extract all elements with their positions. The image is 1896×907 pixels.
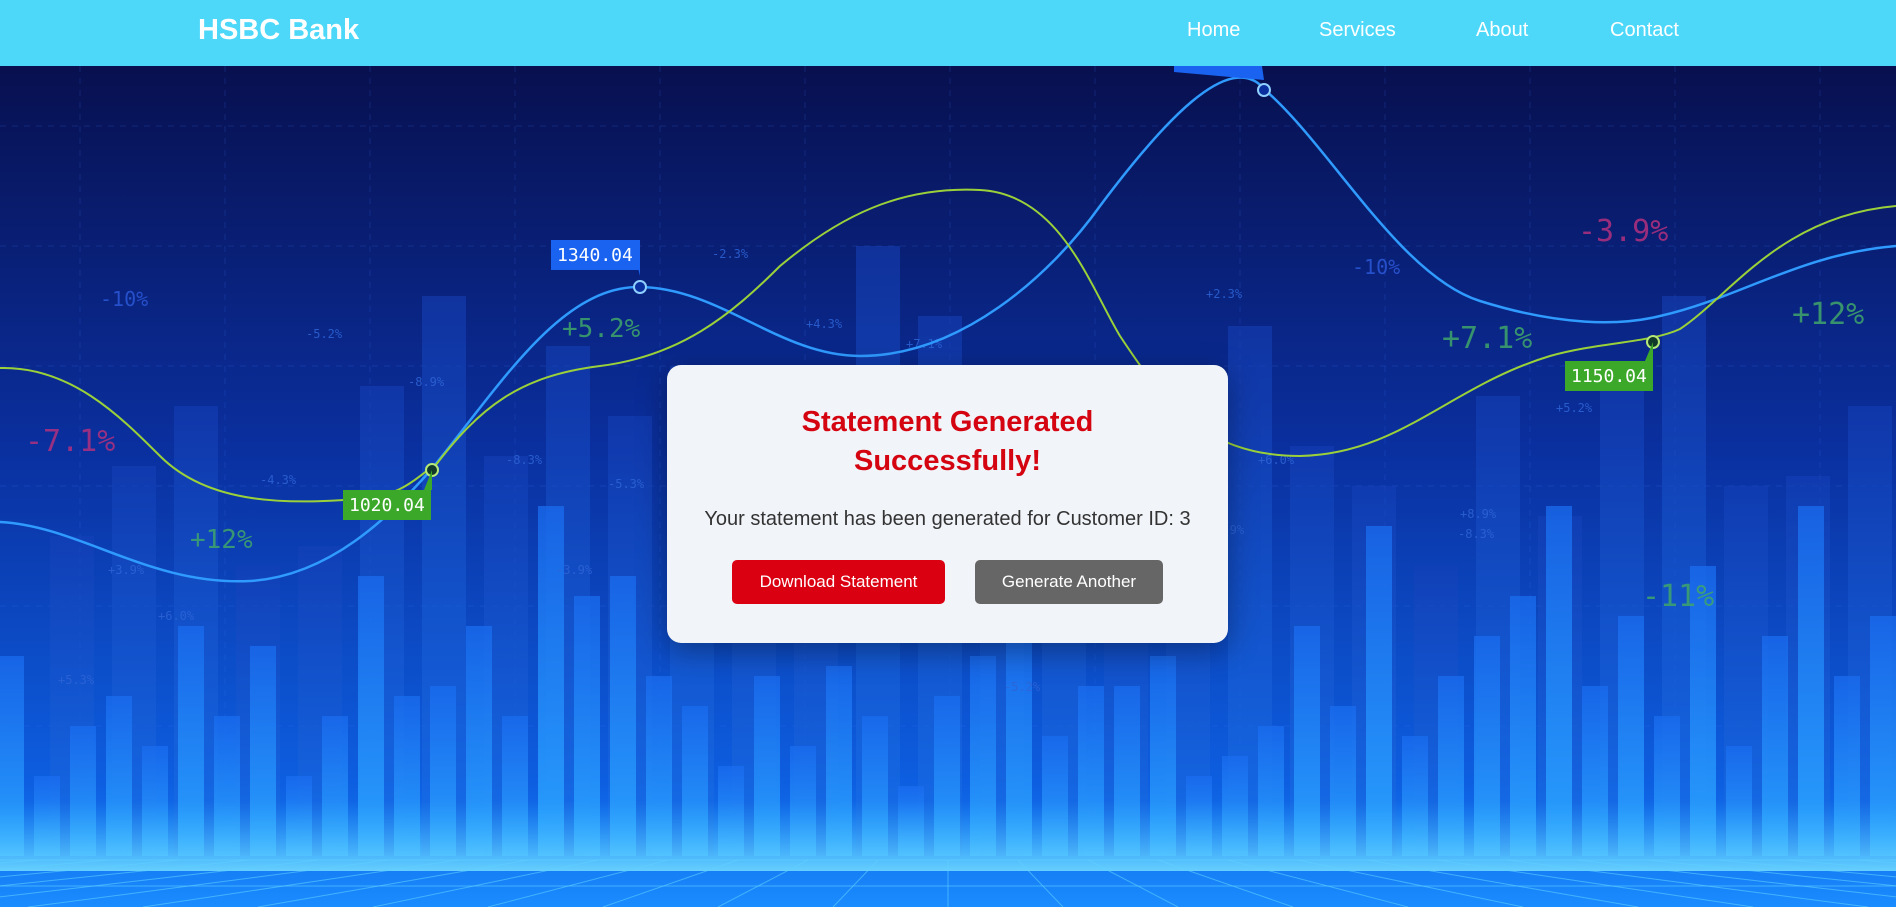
modal-title: Statement Generated Successfully!	[801, 406, 1094, 477]
percent-label: -11%	[1642, 579, 1714, 614]
price-tag-label: 1150.04	[1571, 366, 1647, 387]
modal-message: Your statement has been generated for Cu…	[704, 508, 1191, 530]
percent-label: -8.3%	[1458, 527, 1495, 541]
price-point	[633, 280, 647, 294]
percent-label: +2.3%	[1206, 287, 1243, 301]
generate-another-button[interactable]: Generate Another	[975, 560, 1163, 604]
success-modal: Statement Generated Successfully! Your s…	[667, 365, 1228, 643]
price-tag-label: 1340.04	[557, 245, 633, 266]
percent-label: -10%	[1352, 255, 1400, 279]
percent-label: +5.2%	[562, 314, 641, 344]
nav-about[interactable]: About	[1476, 0, 1528, 60]
percent-label: -4.3%	[260, 473, 297, 487]
percent-label: +4.3%	[806, 317, 843, 331]
percent-label: -5.2%	[306, 327, 343, 341]
percent-label: +8.9%	[1460, 507, 1497, 521]
percent-label: -5.3%	[608, 477, 645, 491]
price-point	[1257, 83, 1271, 97]
percent-label: +12%	[190, 525, 253, 555]
nav-services[interactable]: Services	[1319, 0, 1396, 60]
percent-label: -5.2%	[1004, 680, 1041, 694]
percent-label: -10%	[100, 287, 148, 311]
percent-label: -8.9%	[408, 375, 445, 389]
percent-label: -3.9%	[556, 563, 593, 577]
brand-logo[interactable]: HSBC Bank	[198, 0, 359, 60]
price-tag-label: 1020.04	[349, 495, 425, 516]
percent-label: -3.9%	[1578, 214, 1668, 249]
percent-label: -2.3%	[712, 247, 749, 261]
percent-label: -8.3%	[506, 453, 543, 467]
top-navbar: HSBC Bank Home Services About Contact	[0, 0, 1896, 66]
nav-home[interactable]: Home	[1187, 0, 1240, 60]
nav-contact[interactable]: Contact	[1610, 0, 1679, 60]
download-statement-button[interactable]: Download Statement	[732, 560, 945, 604]
percent-label: +7.1%	[1442, 321, 1532, 356]
percent-label: +3.9%	[108, 563, 145, 577]
percent-label: +5.3%	[58, 673, 95, 687]
percent-label: +5.2%	[1556, 401, 1593, 415]
percent-label: -7.1%	[25, 424, 115, 459]
percent-label: +12%	[1792, 297, 1864, 332]
percent-label: +6.0%	[158, 609, 195, 623]
